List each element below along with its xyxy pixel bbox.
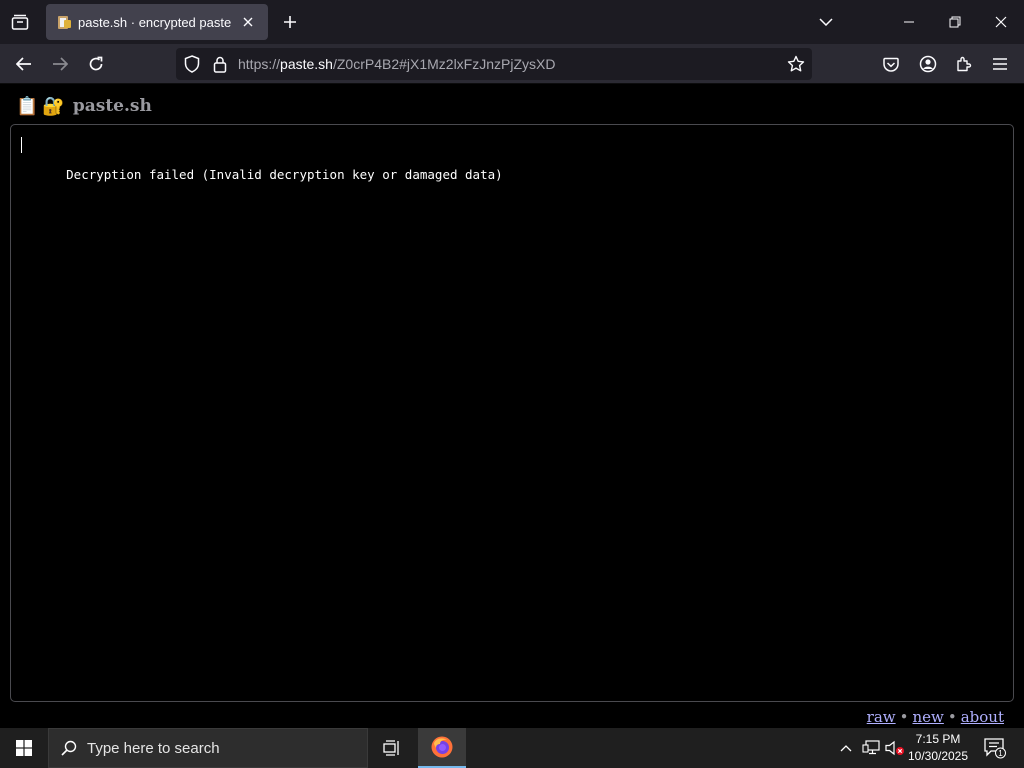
lock-icon[interactable]: [210, 54, 230, 74]
notification-count: 1: [998, 749, 1003, 758]
tab-overview-icon: [11, 14, 29, 30]
network-icon: [862, 740, 880, 755]
bookmark-star-icon[interactable]: [784, 52, 808, 76]
back-button[interactable]: [8, 48, 40, 80]
minimize-button[interactable]: [886, 0, 932, 44]
notification-icon: 1: [984, 738, 1006, 759]
lock-with-key-icon: 🔐: [42, 95, 65, 116]
tab-close-icon[interactable]: [238, 12, 258, 32]
search-icon: [61, 740, 77, 756]
task-view-icon: [383, 740, 399, 756]
clipboard-icon: 📋: [16, 95, 39, 116]
extensions-button[interactable]: [948, 48, 980, 80]
pocket-icon: [883, 57, 899, 72]
clock-time: 7:15 PM: [915, 732, 961, 746]
account-icon: [919, 55, 937, 73]
site-title[interactable]: paste.sh: [73, 96, 152, 116]
reload-button[interactable]: [80, 48, 112, 80]
firefox-icon: [431, 736, 453, 758]
url-path: /Z0crP4B2#jX1Mz2lxFzJnzPjZysXD: [332, 56, 556, 72]
decryption-error-text: Decryption failed (Invalid decryption ke…: [66, 167, 503, 182]
new-tab-button[interactable]: [276, 8, 304, 36]
restore-button[interactable]: [932, 0, 978, 44]
show-hidden-icons-button[interactable]: [836, 728, 856, 768]
chevron-up-icon: [840, 745, 852, 752]
tab-list-button[interactable]: [0, 0, 40, 44]
search-placeholder: Type here to search: [87, 739, 220, 757]
clipboard-favicon-icon: [56, 14, 72, 30]
minimize-icon: [904, 21, 914, 23]
account-button[interactable]: [912, 48, 944, 80]
network-button[interactable]: [860, 728, 882, 768]
pocket-button[interactable]: [875, 48, 907, 80]
forward-button[interactable]: [44, 48, 76, 80]
firefox-taskbar-button[interactable]: [418, 728, 466, 768]
footer-separator: •: [947, 708, 957, 726]
paste-textarea[interactable]: Decryption failed (Invalid decryption ke…: [10, 124, 1014, 702]
tracking-protection-shield-icon[interactable]: [182, 54, 202, 74]
reload-icon: [89, 56, 103, 71]
puzzle-icon: [957, 56, 972, 72]
taskbar-clock[interactable]: 7:15 PM 10/30/2025: [902, 731, 974, 765]
new-link[interactable]: new: [912, 708, 943, 726]
arrow-right-icon: [53, 57, 68, 71]
clock-date: 10/30/2025: [907, 749, 969, 763]
tab-strip: paste.sh · encrypted pastebin: [0, 0, 1024, 44]
paste-content[interactable]: Decryption failed (Invalid decryption ke…: [21, 137, 503, 197]
task-view-button[interactable]: [372, 728, 412, 768]
raw-link[interactable]: raw: [867, 708, 896, 726]
list-all-tabs-button[interactable]: [803, 0, 849, 44]
navigation-bar: https://paste.sh/Z0crP4B2#jX1Mz2lxFzJnzP…: [0, 44, 1024, 84]
notification-center-button[interactable]: 1: [980, 728, 1010, 768]
taskbar-search-box[interactable]: Type here to search: [48, 728, 368, 768]
arrow-left-icon: [16, 57, 31, 71]
plus-icon: [284, 16, 296, 28]
footer-links: raw • new • about: [867, 708, 1004, 726]
chevron-down-icon: [819, 18, 833, 26]
close-icon: [995, 16, 1007, 28]
taskbar: Type here to search 7:15 PM 10/30/2025 1: [0, 728, 1024, 768]
url-host: paste.sh: [280, 56, 333, 72]
url-bar[interactable]: https://paste.sh/Z0crP4B2#jX1Mz2lxFzJnzP…: [176, 48, 812, 80]
page-content: 📋 🔐 paste.sh Decryption failed (Invalid …: [0, 84, 1024, 728]
menu-button[interactable]: [984, 48, 1016, 80]
restore-icon: [949, 16, 961, 28]
url-text[interactable]: https://paste.sh/Z0crP4B2#jX1Mz2lxFzJnzP…: [238, 56, 555, 72]
footer-separator: •: [899, 708, 909, 726]
tab-paste-sh[interactable]: paste.sh · encrypted pastebin: [46, 4, 268, 40]
about-link[interactable]: about: [961, 708, 1004, 726]
hamburger-icon: [993, 58, 1007, 70]
close-window-button[interactable]: [978, 0, 1024, 44]
start-button[interactable]: [0, 728, 48, 768]
site-header: 📋 🔐 paste.sh: [16, 94, 152, 118]
windows-logo-icon: [16, 740, 32, 756]
text-caret: [21, 137, 22, 153]
tab-title: paste.sh · encrypted pastebin: [78, 14, 232, 30]
url-scheme: https://: [238, 56, 281, 72]
